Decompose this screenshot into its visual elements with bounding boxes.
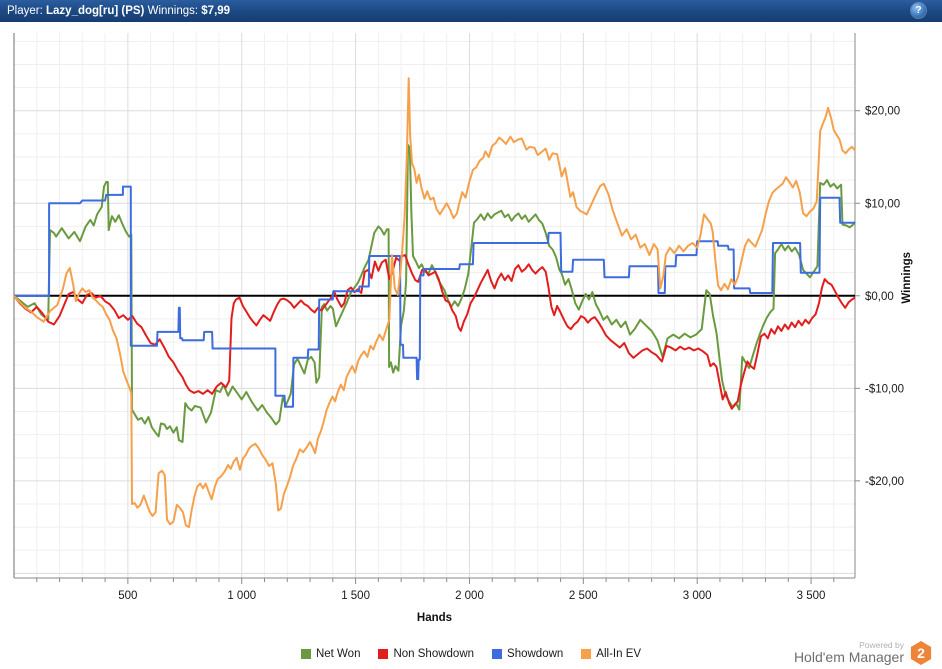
- series-net-won: [13, 144, 856, 443]
- series-all-in-ev: [13, 77, 856, 529]
- y-tick-label: -$20,00: [865, 476, 904, 488]
- y-axis-title: Winnings: [901, 252, 913, 304]
- legend-item-all-in-ev: All-In EV: [581, 648, 641, 660]
- help-icon[interactable]: ?: [911, 3, 926, 18]
- powered-by-footer: Powered by Hold'em Manager 2: [794, 641, 932, 665]
- winnings-graph-svg: 500 1 000 1 500 2 000 2 500 3 000 3 500 $20,00 $…: [13, 33, 913, 624]
- x-tick-label: 1 000: [227, 590, 256, 602]
- legend-item-showdown: Showdown: [492, 648, 563, 660]
- legend-item-net-won: Net Won: [300, 648, 361, 660]
- brand-label: Hold'em Manager: [793, 649, 904, 666]
- y-tick-label: -$10,00: [865, 383, 904, 395]
- legend-label: Non Showdown: [393, 648, 475, 660]
- legend-swatch: [378, 649, 389, 659]
- winnings-graph: 500 1 000 1 500 2 000 2 500 3 000 3 500 $20,00 $…: [0, 22, 942, 636]
- y-tick-label: $10,00: [865, 198, 900, 210]
- title-bar: Player: Lazy_dog[ru] (PS) Winnings: $7,9…: [0, 0, 942, 22]
- legend-swatch: [300, 649, 311, 659]
- x-tick-label: 2 000: [455, 590, 484, 602]
- legend-swatch: [492, 649, 503, 659]
- legend-item-non-showdown: Non Showdown: [378, 648, 474, 660]
- legend-swatch: [581, 649, 592, 659]
- series-non-showdown: [13, 254, 856, 410]
- x-tick-label: 3 500: [797, 590, 826, 602]
- winnings-value: $7,99: [201, 5, 231, 17]
- legend-label: Showdown: [507, 648, 564, 660]
- legend-label: Net Won: [315, 648, 361, 660]
- winnings-label: Winnings:: [144, 5, 202, 17]
- y-tick-label: $0,00: [865, 291, 894, 303]
- x-tick-label: 1 500: [341, 590, 370, 602]
- hm2-logo: 2: [910, 641, 932, 665]
- y-tick-label: $20,00: [865, 106, 900, 118]
- x-axis-title: Hands: [417, 612, 452, 624]
- x-tick-label: 500: [118, 590, 137, 602]
- x-tick-label: 2 500: [569, 590, 598, 602]
- player-label: Player:: [7, 5, 46, 17]
- x-tick-label: 3 000: [683, 590, 712, 602]
- legend-label: All-In EV: [596, 648, 642, 660]
- player-name: Lazy_dog[ru] (PS): [46, 5, 145, 17]
